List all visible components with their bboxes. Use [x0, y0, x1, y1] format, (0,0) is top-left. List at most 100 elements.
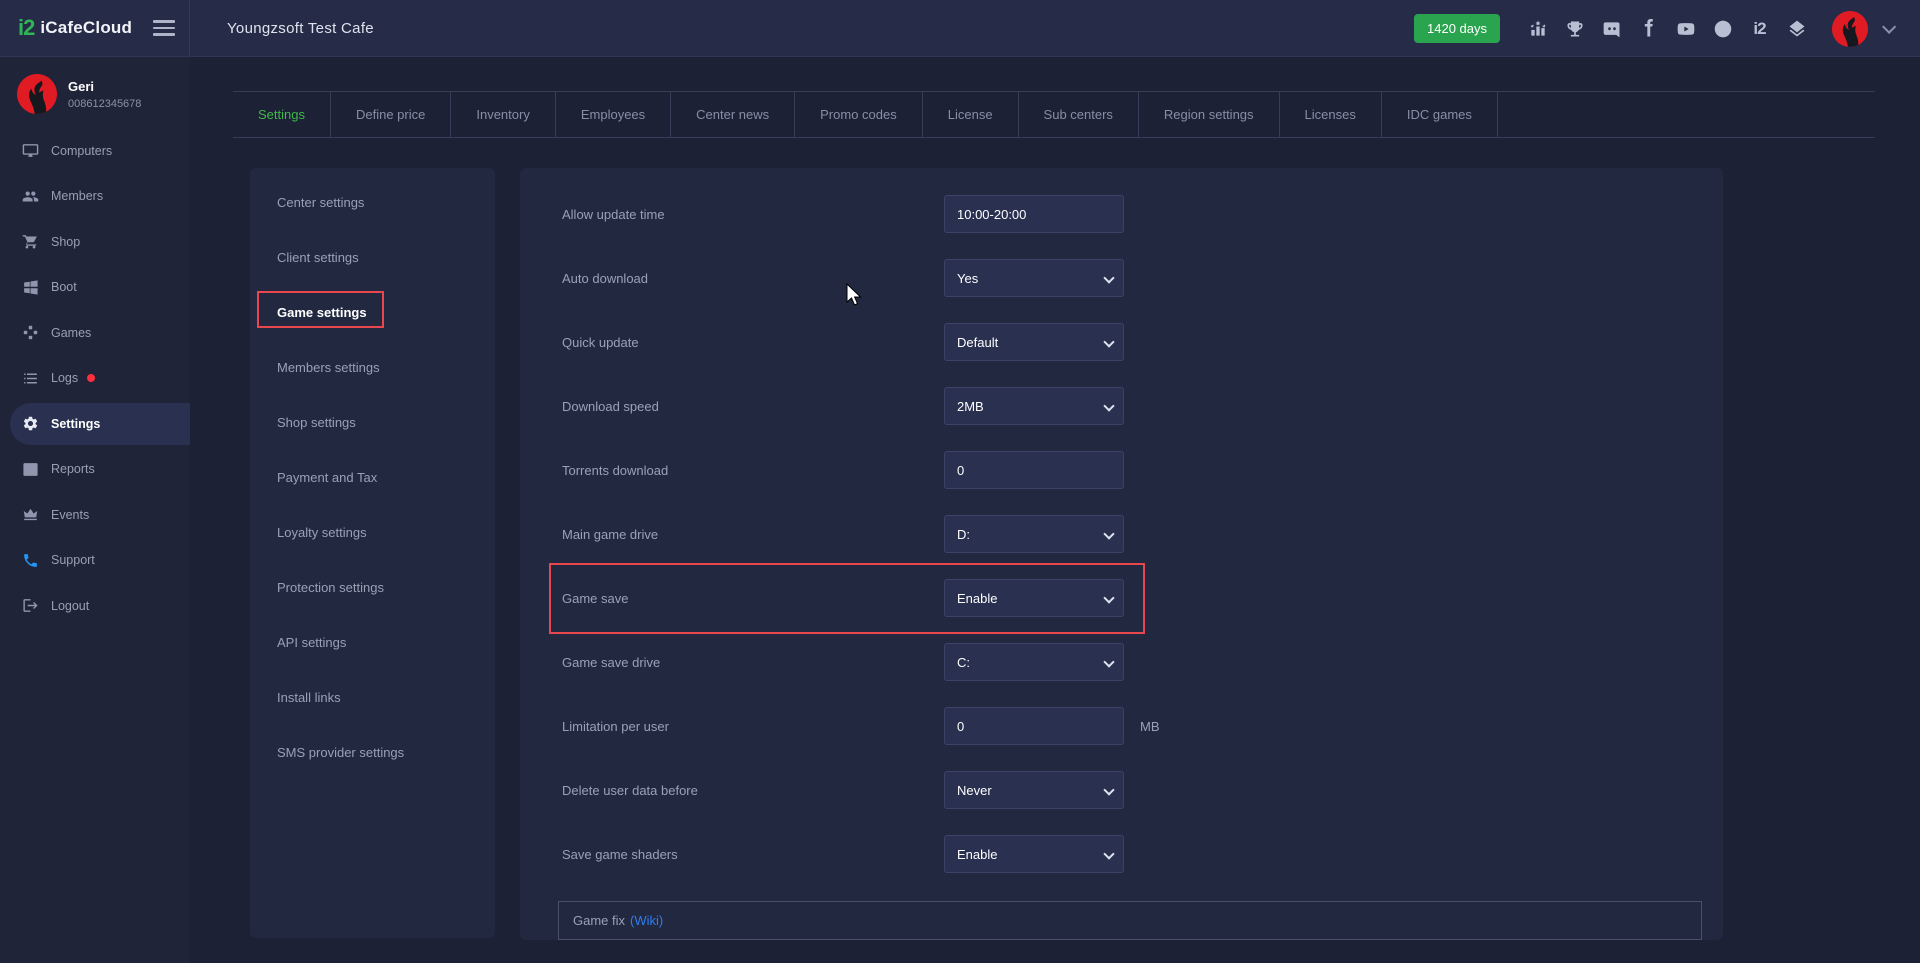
logs-notification-dot: [87, 374, 95, 382]
settings-nav-payment-and-tax[interactable]: Payment and Tax: [250, 450, 495, 505]
settings-nav-api-settings[interactable]: API settings: [250, 615, 495, 670]
save-game-shaders-select[interactable]: Enable: [944, 835, 1124, 873]
layers-icon[interactable]: [1785, 17, 1808, 40]
tab-inventory[interactable]: Inventory: [451, 92, 555, 137]
hamburger-menu-icon[interactable]: [153, 20, 175, 40]
user-phone: 008612345678: [68, 98, 141, 110]
logout-icon: [22, 597, 39, 614]
auto-download-select[interactable]: Yes: [944, 259, 1124, 297]
settings-nav-shop-settings[interactable]: Shop settings: [250, 395, 495, 450]
settings-nav-members-settings[interactable]: Members settings: [250, 340, 495, 395]
main-content: Settings Define price Inventory Employee…: [190, 57, 1920, 963]
facebook-icon[interactable]: [1637, 17, 1660, 40]
tab-region-settings[interactable]: Region settings: [1139, 92, 1280, 137]
row-torrents-download: Torrents download: [520, 438, 1723, 502]
user-block: Geri 008612345678: [0, 57, 190, 128]
icafecloud-logo-icon: i2: [18, 15, 34, 41]
torrents-download-input[interactable]: [944, 451, 1124, 489]
phone-icon: [22, 552, 39, 569]
row-delete-user-data-before: Delete user data before Never: [520, 758, 1723, 822]
row-quick-update: Quick update Default: [520, 310, 1723, 374]
sidebar-item-settings[interactable]: Settings: [0, 401, 190, 447]
game-fix-label: Game fix: [573, 913, 625, 928]
sidebar-item-games[interactable]: Games: [0, 310, 190, 356]
account-chevron-down-icon[interactable]: [1882, 19, 1896, 33]
brand-area: i2 iCafeCloud: [0, 0, 190, 56]
settings-nav-protection-settings[interactable]: Protection settings: [250, 560, 495, 615]
settings-nav-loyalty-settings[interactable]: Loyalty settings: [250, 505, 495, 560]
limitation-per-user-input[interactable]: [944, 707, 1124, 745]
crown-icon: [22, 506, 39, 523]
sidebar-item-events[interactable]: Events: [0, 492, 190, 538]
tab-promo-codes[interactable]: Promo codes: [795, 92, 923, 137]
sidebar-item-shop[interactable]: Shop: [0, 219, 190, 265]
trophy-icon[interactable]: [1563, 17, 1586, 40]
chevron-down-icon: [1103, 272, 1114, 283]
sidebar-item-logs[interactable]: Logs: [0, 356, 190, 402]
tab-define-price[interactable]: Define price: [331, 92, 451, 137]
main-game-drive-select[interactable]: D:: [944, 515, 1124, 553]
row-download-speed: Download speed 2MB: [520, 374, 1723, 438]
settings-nav-center-settings[interactable]: Center settings: [250, 175, 495, 230]
website-globe-icon[interactable]: [1711, 17, 1734, 40]
sidebar-item-logout[interactable]: Logout: [0, 583, 190, 629]
discord-icon[interactable]: [1600, 17, 1623, 40]
game-save-drive-select[interactable]: C:: [944, 643, 1124, 681]
chevron-down-icon: [1103, 848, 1114, 859]
game-fix-wiki-link[interactable]: (Wiki): [630, 913, 663, 928]
gamepad-icon: [22, 324, 39, 341]
tab-sub-centers[interactable]: Sub centers: [1019, 92, 1139, 137]
settings-nav-client-settings[interactable]: Client settings: [250, 230, 495, 285]
mb-suffix: MB: [1140, 719, 1160, 734]
sidebar-item-reports[interactable]: Reports: [0, 447, 190, 493]
tab-license[interactable]: License: [923, 92, 1019, 137]
sidebar-item-boot[interactable]: Boot: [0, 265, 190, 311]
tab-center-news[interactable]: Center news: [671, 92, 795, 137]
row-game-save: Game save Enable: [520, 566, 1723, 630]
row-limitation-per-user: Limitation per user MB: [520, 694, 1723, 758]
allow-update-time-input[interactable]: [944, 195, 1124, 233]
tab-licenses[interactable]: Licenses: [1280, 92, 1382, 137]
leaderboard-icon[interactable]: [1526, 17, 1549, 40]
chevron-down-icon: [1103, 656, 1114, 667]
chevron-down-icon: [1103, 784, 1114, 795]
chevron-down-icon: [1103, 336, 1114, 347]
download-speed-select[interactable]: 2MB: [944, 387, 1124, 425]
row-allow-update-time: Allow update time: [520, 182, 1723, 246]
quick-update-select[interactable]: Default: [944, 323, 1124, 361]
page-title: Youngzsoft Test Cafe: [227, 20, 374, 37]
cart-icon: [22, 233, 39, 250]
row-game-save-drive: Game save drive C:: [520, 630, 1723, 694]
user-avatar[interactable]: [1832, 11, 1868, 47]
settings-nav-sms-provider-settings[interactable]: SMS provider settings: [250, 725, 495, 780]
settings-nav-install-links[interactable]: Install links: [250, 670, 495, 725]
members-icon: [22, 188, 39, 205]
settings-nav-panel: Center settings Client settings Game set…: [250, 168, 495, 938]
tab-employees[interactable]: Employees: [556, 92, 671, 137]
sidebar-item-support[interactable]: Support: [0, 538, 190, 584]
monitor-icon: [22, 142, 39, 159]
tab-bar: Settings Define price Inventory Employee…: [233, 91, 1875, 138]
tab-settings[interactable]: Settings: [233, 92, 331, 137]
youtube-icon[interactable]: [1674, 17, 1697, 40]
sidebar-item-computers[interactable]: Computers: [0, 128, 190, 174]
list-icon: [22, 370, 39, 387]
row-auto-download: Auto download Yes: [520, 246, 1723, 310]
row-main-game-drive: Main game drive D:: [520, 502, 1723, 566]
delete-user-data-before-select[interactable]: Never: [944, 771, 1124, 809]
topbar-actions: 1420 days i2: [1414, 0, 1892, 57]
windows-icon: [22, 279, 39, 296]
sidebar-item-members[interactable]: Members: [0, 174, 190, 220]
tab-idc-games[interactable]: IDC games: [1382, 92, 1498, 137]
chart-icon: [22, 461, 39, 478]
chevron-down-icon: [1103, 400, 1114, 411]
license-days-badge[interactable]: 1420 days: [1414, 14, 1500, 43]
game-save-select[interactable]: Enable: [944, 579, 1124, 617]
sidebar-avatar[interactable]: [17, 74, 57, 114]
icafe-mark-icon[interactable]: i2: [1748, 17, 1771, 40]
top-header: i2 iCafeCloud Youngzsoft Test Cafe 1420 …: [0, 0, 1920, 57]
game-settings-form: Allow update time Auto download Yes Quic…: [520, 168, 1723, 940]
sidebar: Geri 008612345678 Computers Members Shop…: [0, 57, 190, 963]
row-save-game-shaders: Save game shaders Enable: [520, 822, 1723, 886]
brand-name: iCafeCloud: [40, 18, 132, 38]
